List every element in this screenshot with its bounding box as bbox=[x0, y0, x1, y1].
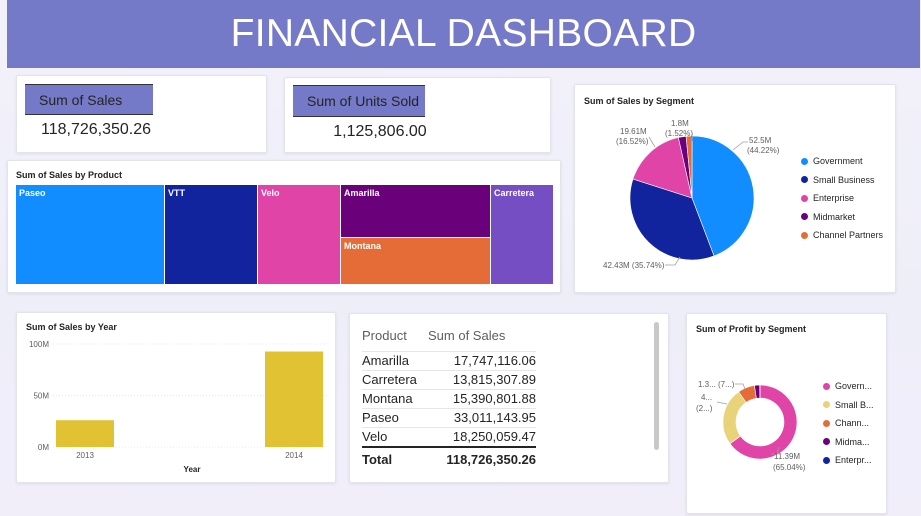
product-treemap-card[interactable]: Sum of Sales by Product Paseo VTT Velo A… bbox=[7, 160, 561, 293]
table-cell: 18,250,059.47 bbox=[428, 427, 536, 447]
year-bar-card[interactable]: Sum of Sales by Year 0M 50M 100M 2013 2014 Ye… bbox=[16, 312, 336, 483]
table-header-sales[interactable]: Sum of Sales bbox=[428, 328, 536, 352]
leader-line bbox=[648, 136, 656, 148]
profit-donut-legend: Govern... Small B... Chann... Midma... E… bbox=[823, 377, 874, 470]
legend-item[interactable]: Small Business bbox=[801, 171, 883, 190]
x-tick-label: 2014 bbox=[285, 451, 303, 460]
table-total-value: 118,726,350.26 bbox=[428, 446, 536, 469]
bar-2014 bbox=[265, 351, 323, 447]
table-row[interactable]: Montana 15,390,801.88 bbox=[362, 389, 536, 409]
table-total-row: Total 118,726,350.26 bbox=[362, 446, 536, 469]
table-scrollbar[interactable] bbox=[654, 322, 659, 450]
table-row[interactable]: Velo 18,250,059.47 bbox=[362, 427, 536, 447]
table-cell: Paseo bbox=[362, 408, 428, 428]
table-cell: Carretera bbox=[362, 370, 428, 390]
x-tick-label: 2013 bbox=[76, 451, 94, 460]
legend-dot bbox=[801, 231, 808, 239]
table-cell: Amarilla bbox=[362, 351, 428, 371]
legend-item[interactable]: Small B... bbox=[823, 396, 874, 415]
legend-dot bbox=[801, 213, 808, 221]
pie-label-gov-value: 52.5M bbox=[749, 136, 772, 145]
legend-item[interactable]: Midma... bbox=[823, 433, 874, 452]
product-table: Product Sum of Sales Amarilla 17,747,116.… bbox=[362, 328, 536, 469]
table-row[interactable]: Amarilla 17,747,116.06 bbox=[362, 351, 536, 371]
product-table-card[interactable]: Product Sum of Sales Amarilla 17,747,116.… bbox=[349, 313, 669, 483]
leader-line bbox=[716, 401, 728, 405]
x-axis-label: Year bbox=[184, 465, 201, 474]
kpi-sales-value: 118,726,350.26 bbox=[40, 121, 152, 138]
treemap-label: Paseo bbox=[19, 188, 46, 198]
donut-label-left-b: (2...) bbox=[696, 404, 713, 413]
table-row[interactable]: Paseo 33,011,143.95 bbox=[362, 408, 536, 428]
legend-item[interactable]: Midmarket bbox=[801, 208, 883, 227]
legend-dot bbox=[823, 382, 830, 390]
kpi-units-label: Sum of Units Sold bbox=[293, 85, 425, 117]
legend-item[interactable]: Enterpr... bbox=[823, 451, 874, 470]
legend-item[interactable]: Channel Partners bbox=[801, 226, 883, 245]
legend-dot bbox=[801, 194, 808, 202]
segment-pie-card[interactable]: Sum of Sales by Segment 52.5M (44.22%) 1… bbox=[574, 84, 896, 293]
y-tick-label: 0M bbox=[38, 443, 49, 452]
treemap-tile-amarilla[interactable]: Amarilla bbox=[341, 185, 490, 237]
pie-label-ent-pct: (16.52%) bbox=[616, 137, 649, 146]
table-total-label: Total bbox=[362, 446, 428, 469]
kpi-card-units[interactable]: Sum of Units Sold 1,125,806.00 bbox=[284, 77, 551, 153]
table-cell: Montana bbox=[362, 389, 428, 409]
profit-donut-card[interactable]: Sum of Profit by Segment 1.3... (7...) 4… bbox=[686, 313, 887, 514]
legend-item[interactable]: Chann... bbox=[823, 414, 874, 433]
treemap-label: VTT bbox=[168, 188, 185, 198]
legend-dot bbox=[801, 176, 808, 184]
segment-pie-legend: Government Small Business Enterprise Mid… bbox=[801, 152, 883, 245]
kpi-sales-label: Sum of Sales bbox=[25, 84, 153, 115]
donut-label-main-a: 11.39M bbox=[774, 452, 800, 461]
pie-label-sb: 42.43M (35.74%) bbox=[603, 261, 665, 270]
treemap-label: Carretera bbox=[494, 188, 535, 198]
dashboard-banner: FINANCIAL DASHBOARD bbox=[7, 0, 920, 68]
year-bar-svg: 0M 50M 100M 2013 2014 Year bbox=[29, 340, 329, 474]
donut-label-left-a: 4... bbox=[701, 393, 712, 402]
treemap-label: Amarilla bbox=[344, 188, 380, 198]
treemap-label: Montana bbox=[344, 241, 381, 251]
legend-item[interactable]: Enterprise bbox=[801, 189, 883, 208]
pie-label-ent-value: 19.61M bbox=[620, 127, 647, 136]
leader-line bbox=[732, 141, 748, 151]
treemap-tile-montana[interactable]: Montana bbox=[341, 238, 490, 284]
kpi-card-sales[interactable]: Sum of Sales 118,726,350.26 bbox=[16, 75, 267, 153]
bar-2013 bbox=[56, 420, 114, 447]
pie-label-gov-pct: (44.22%) bbox=[747, 146, 780, 155]
treemap-tile-paseo[interactable]: Paseo bbox=[16, 185, 164, 284]
product-treemap-title: Sum of Sales by Product bbox=[16, 170, 123, 180]
donut-slice-1 bbox=[722, 391, 747, 445]
pie-label-ch-pct: (1.52%) bbox=[665, 129, 693, 138]
table-cell: 33,011,143.95 bbox=[428, 408, 536, 428]
dashboard-title: FINANCIAL DASHBOARD bbox=[230, 12, 697, 55]
table-cell: 17,747,116.06 bbox=[428, 351, 536, 371]
legend-dot bbox=[801, 157, 808, 165]
legend-dot bbox=[823, 419, 830, 427]
donut-label-top: 1.3... (7...) bbox=[698, 380, 735, 389]
treemap-label: Velo bbox=[261, 188, 280, 198]
legend-dot bbox=[823, 456, 830, 464]
y-tick-label: 50M bbox=[33, 392, 49, 401]
pie-label-ch-value: 1.8M bbox=[671, 119, 689, 128]
table-cell: Velo bbox=[362, 427, 428, 447]
table-row[interactable]: Carretera 13,815,307.89 bbox=[362, 370, 536, 390]
treemap-tile-carretera[interactable]: Carretera bbox=[491, 185, 553, 284]
legend-dot bbox=[823, 401, 830, 409]
table-cell: 15,390,801.88 bbox=[428, 389, 536, 409]
table-header-product[interactable]: Product bbox=[362, 328, 428, 352]
leader-line bbox=[735, 383, 746, 390]
treemap-tile-vtt[interactable]: VTT bbox=[165, 185, 257, 284]
y-tick-label: 100M bbox=[29, 340, 49, 349]
legend-item[interactable]: Government bbox=[801, 152, 883, 171]
treemap-tile-velo[interactable]: Velo bbox=[258, 185, 340, 284]
kpi-units-value: 1,125,806.00 bbox=[333, 123, 427, 140]
legend-dot bbox=[823, 438, 830, 446]
legend-item[interactable]: Govern... bbox=[823, 377, 874, 396]
donut-label-main-b: (65.04%) bbox=[773, 463, 806, 472]
table-cell: 13,815,307.89 bbox=[428, 370, 536, 390]
